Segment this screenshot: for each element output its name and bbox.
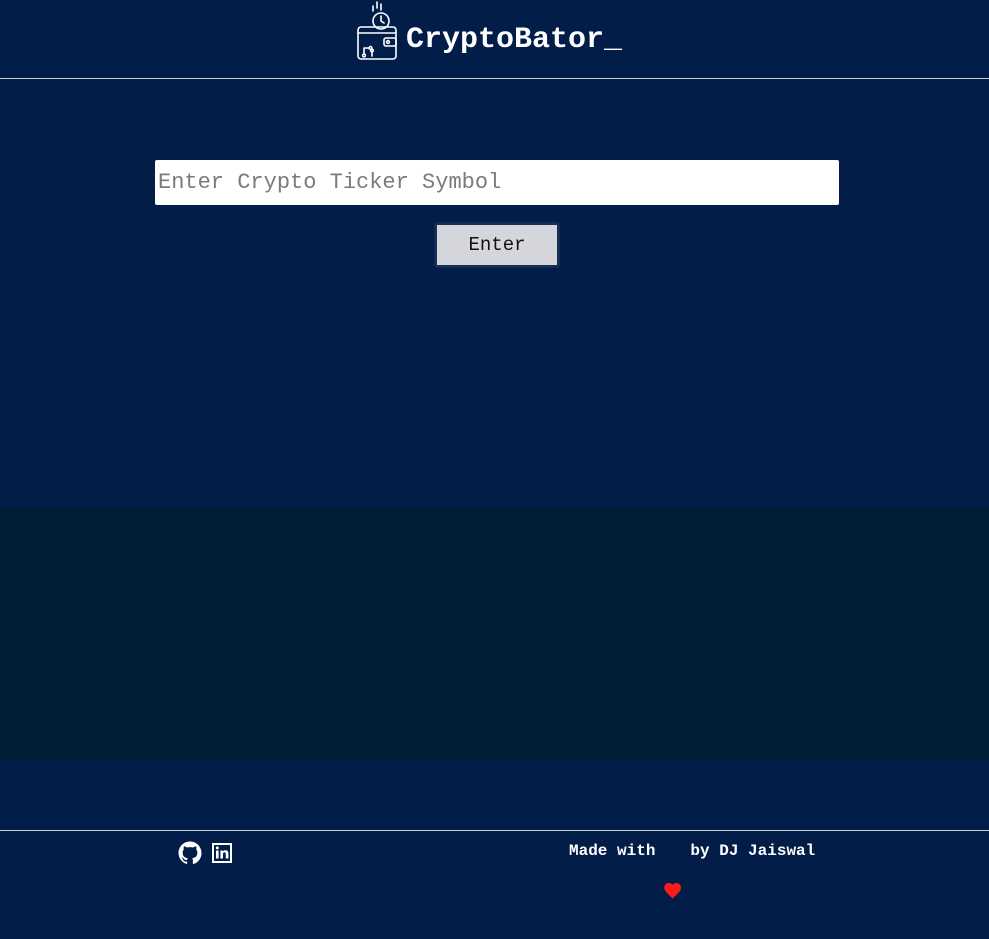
credit-suffix: by DJ Jaiswal bbox=[690, 842, 816, 860]
brand[interactable]: CryptoBator_ bbox=[356, 0, 622, 62]
enter-button[interactable]: Enter bbox=[435, 223, 559, 267]
github-icon bbox=[178, 841, 202, 865]
github-link[interactable] bbox=[178, 841, 202, 865]
linkedin-link[interactable] bbox=[210, 841, 234, 865]
credit-text: Made with by DJ Jaiswal bbox=[569, 841, 816, 899]
footer: Made with by DJ Jaiswal bbox=[0, 830, 989, 899]
credit-prefix: Made with bbox=[569, 842, 656, 860]
ticker-search-input[interactable] bbox=[155, 160, 839, 205]
heart-icon bbox=[664, 843, 682, 899]
crypto-wallet-icon bbox=[357, 1, 397, 60]
linkedin-icon bbox=[212, 843, 232, 863]
app-header: CryptoBator_ bbox=[0, 0, 989, 79]
brand-name: CryptoBator_ bbox=[406, 23, 623, 57]
results-panel bbox=[0, 508, 989, 762]
social-links bbox=[178, 841, 234, 865]
